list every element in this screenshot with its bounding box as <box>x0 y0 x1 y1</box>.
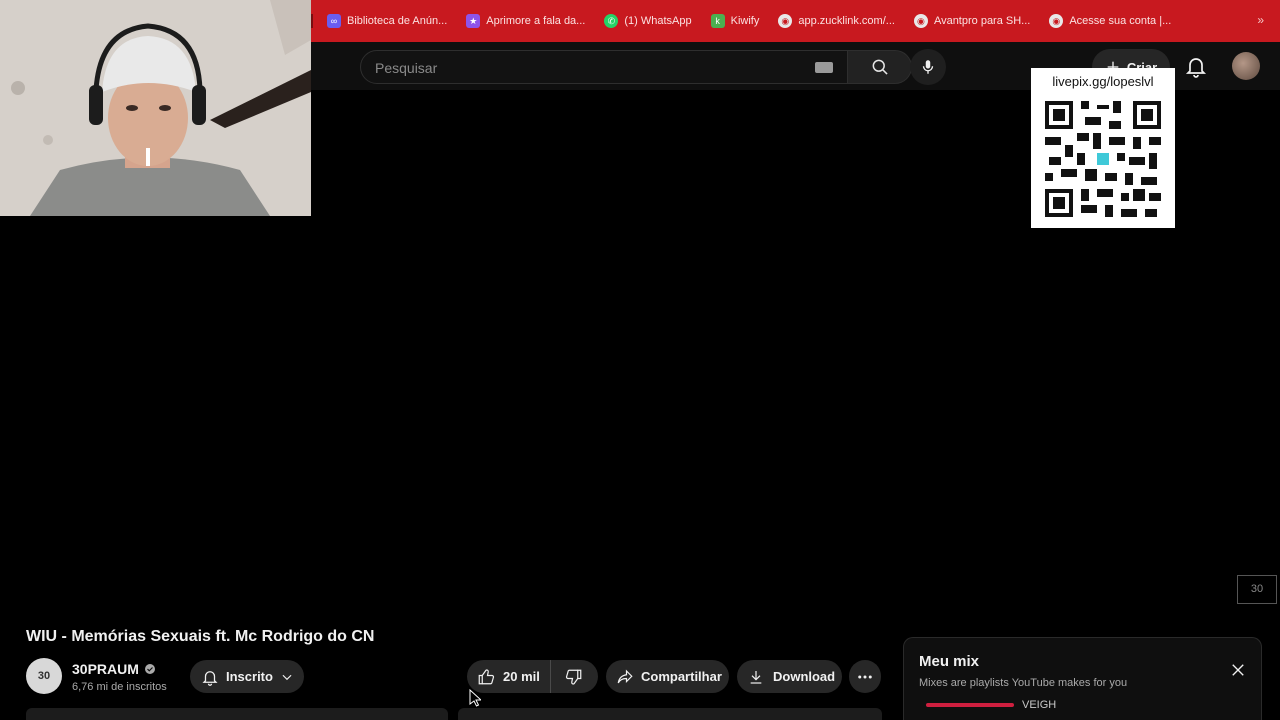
like-dislike-group: 20 mil <box>467 660 598 693</box>
bell-icon <box>202 670 218 686</box>
kiwify-icon: k <box>710 14 725 28</box>
bookmark-item[interactable]: ◉ app.zucklink.com/... <box>778 14 895 28</box>
bookmark-item[interactable]: ◉ Acesse sua conta |... <box>1049 14 1171 28</box>
verified-check-icon <box>144 664 155 674</box>
qr-code-icon <box>1041 97 1165 221</box>
livepix-qr-overlay: livepix.gg/lopeslvl <box>1031 68 1175 228</box>
share-button[interactable]: Compartilhar <box>606 660 729 693</box>
search-icon <box>872 59 888 75</box>
webcam-overlay <box>0 0 311 216</box>
share-arrow-icon <box>617 669 633 683</box>
globe-icon: ◉ <box>913 14 928 28</box>
mix-panel: Meu mix Mixes are playlists YouTube make… <box>903 637 1262 720</box>
whatsapp-icon: ✆ <box>604 14 619 28</box>
search-box[interactable]: Pesquisar <box>360 50 848 84</box>
globe-icon: ◉ <box>778 14 793 28</box>
microphone-icon <box>922 60 934 74</box>
subscriber-count: 6,76 mi de inscritos <box>72 681 167 693</box>
download-icon <box>750 670 762 684</box>
webcam-image <box>0 0 311 216</box>
bookmarks-more-icon[interactable]: » <box>1257 13 1264 27</box>
mix-item-thumbnail[interactable] <box>926 703 1014 707</box>
bookmark-separator <box>311 14 313 28</box>
bookmark-item[interactable]: k Kiwify <box>710 14 759 28</box>
close-icon[interactable] <box>1229 661 1247 679</box>
channel-name[interactable]: 30PRAUM <box>72 661 156 677</box>
bookmark-item[interactable]: ◉ Avantpro para SH... <box>913 14 1030 28</box>
account-avatar[interactable] <box>1232 52 1260 80</box>
more-actions-button[interactable] <box>849 660 881 693</box>
bookmark-item[interactable]: ★ Aprimore a fala da... <box>466 14 585 28</box>
notifications-bell-icon[interactable] <box>1184 54 1208 78</box>
bookmark-item[interactable]: ✆ (1) WhatsApp <box>604 14 692 28</box>
bookmarks-bar: ∞ Biblioteca de Anún... ★ Aprimore a fal… <box>311 0 1280 42</box>
globe-icon: ◉ <box>1049 14 1064 28</box>
mix-item-title[interactable]: VEIGH <box>1022 699 1056 711</box>
thumbs-down-icon <box>565 669 582 685</box>
keyboard-icon[interactable] <box>815 62 833 73</box>
dislike-button[interactable] <box>551 660 597 693</box>
download-button[interactable]: Download <box>737 660 842 693</box>
search-button[interactable] <box>848 50 912 84</box>
mix-title: Meu mix <box>919 653 980 670</box>
description-box-edge <box>26 708 448 720</box>
more-horizontal-icon <box>858 675 872 678</box>
mouse-cursor-icon <box>469 689 481 707</box>
comments-box-edge <box>458 708 882 720</box>
star-app-icon: ★ <box>466 14 481 28</box>
subscribe-button[interactable]: Inscrito <box>190 660 304 693</box>
channel-avatar[interactable]: 30 <box>26 658 62 694</box>
search-input[interactable]: Pesquisar <box>375 60 437 76</box>
mix-subtitle: Mixes are playlists YouTube makes for yo… <box>919 677 1128 689</box>
meta-icon: ∞ <box>327 14 341 28</box>
channel-watermark[interactable]: 30 <box>1237 575 1277 604</box>
voice-search-button[interactable] <box>910 49 946 85</box>
video-title: WIU - Memórias Sexuais ft. Mc Rodrigo do… <box>26 628 375 645</box>
qr-label: livepix.gg/lopeslvl <box>1052 74 1154 89</box>
chevron-down-icon <box>282 674 292 680</box>
bookmark-item[interactable]: ∞ Biblioteca de Anún... <box>327 14 447 28</box>
thumbs-up-icon <box>478 668 495 684</box>
